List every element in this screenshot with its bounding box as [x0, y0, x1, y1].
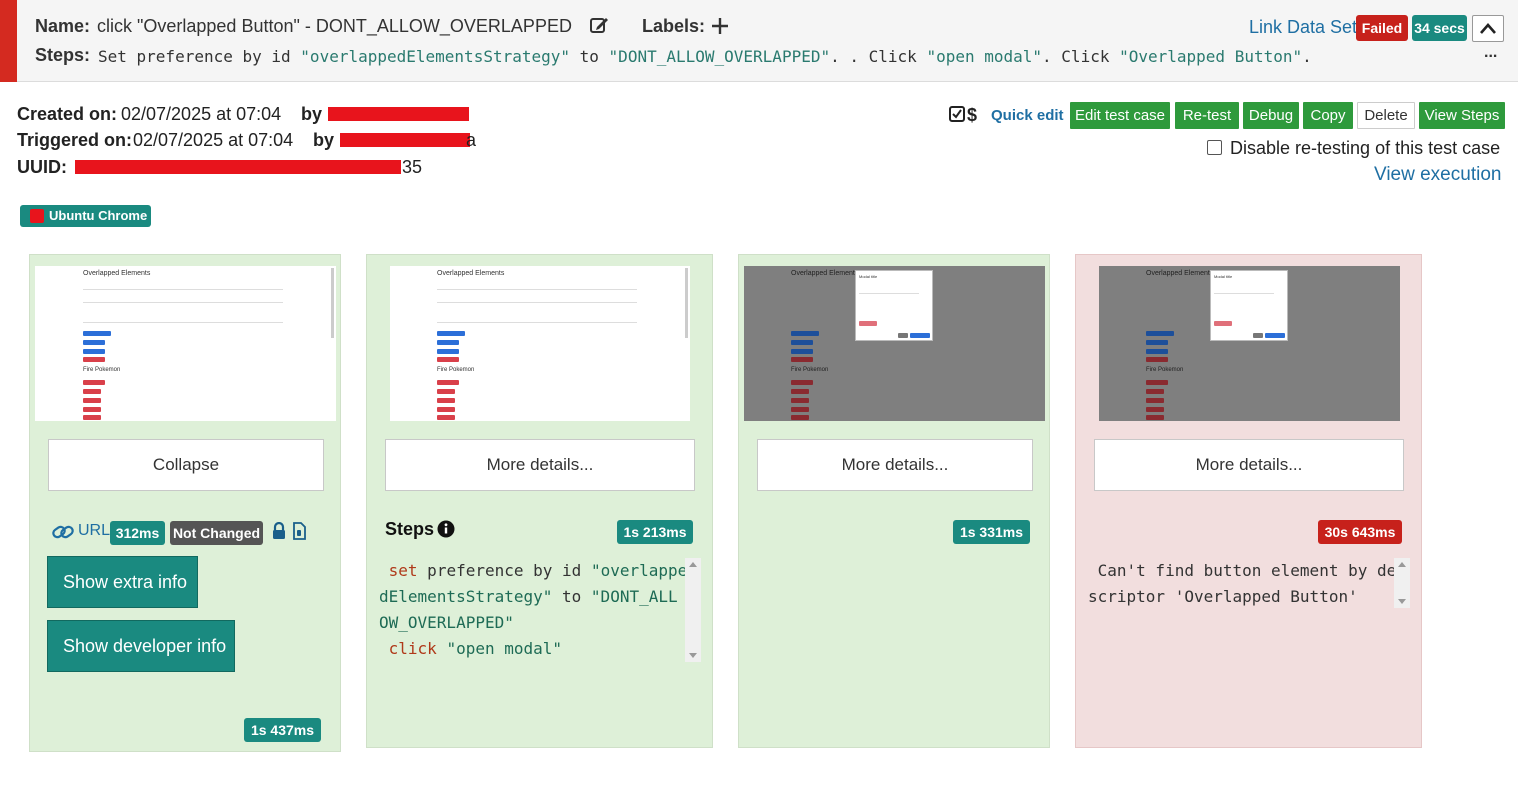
chevron-up-icon [1480, 21, 1496, 40]
step-card-3: Overlapped Elements Fire Pokemon Modal t… [738, 254, 1050, 748]
more-details-button[interactable]: More details... [757, 439, 1033, 491]
retest-button[interactable]: Re-test [1175, 102, 1239, 129]
svg-text:$: $ [967, 105, 977, 125]
more-details-button[interactable]: More details... [385, 439, 695, 491]
labels-label: Labels: [642, 16, 706, 36]
redacted-name [340, 133, 470, 147]
more-details-button[interactable]: More details... [1094, 439, 1404, 491]
collapse-header-button[interactable] [1472, 15, 1504, 42]
browser-badge-label: Ubuntu Chrome [49, 208, 148, 223]
browser-color-icon [30, 209, 44, 223]
link-data-set-link[interactable]: Link Data Set [1249, 17, 1357, 38]
created-value: 02/07/2025 at 07:04 [121, 104, 282, 124]
link-icon [52, 523, 74, 546]
test-header: Name: click "Overlapped Button" - DONT_A… [0, 0, 1518, 82]
steps-heading: Steps [385, 519, 435, 539]
uuid-tail: 35 [402, 157, 423, 177]
step-screenshot[interactable]: Overlapped Elements Fire Pokemon Modal t… [744, 266, 1045, 421]
view-execution-link[interactable]: View execution [1374, 164, 1501, 186]
info-icon[interactable] [437, 520, 455, 543]
url-time-badge: 312ms [110, 521, 165, 545]
uuid-label: UUID: [17, 157, 67, 177]
step-duration-badge: 1s 437ms [244, 718, 321, 742]
error-message-box: Can't find button element by de scriptor… [1088, 561, 1397, 606]
steps-summary: Set preference by id "overlappedElements… [98, 47, 1312, 66]
test-name: click "Overlapped Button" - DONT_ALLOW_O… [97, 16, 572, 36]
step-screenshot[interactable]: Overlapped Elements Fire Pokemon Modal t… [1099, 266, 1400, 421]
quick-edit-link[interactable]: Quick edit [991, 107, 1064, 124]
steps-code-box: set preference by id "overlappe dElement… [379, 561, 688, 658]
redacted-uuid [75, 160, 401, 174]
lock-icon[interactable] [271, 521, 287, 545]
checkbox-dollar-icon[interactable]: $ [948, 104, 982, 126]
step-card-4: Overlapped Elements Fire Pokemon Modal t… [1075, 254, 1422, 748]
url-link[interactable]: URL [78, 522, 110, 540]
collapse-button[interactable]: Collapse [48, 439, 324, 491]
edit-test-case-button[interactable]: Edit test case [1070, 102, 1170, 129]
name-label: Name: [35, 16, 91, 36]
add-label-icon[interactable] [710, 16, 730, 36]
step-duration-badge: 30s 643ms [1318, 520, 1402, 544]
browser-badge: Ubuntu Chrome [20, 205, 151, 227]
steps-label: Steps: [35, 45, 91, 65]
created-label: Created on: [17, 104, 118, 124]
disable-retest-checkbox[interactable] [1207, 140, 1222, 155]
duration-badge: 34 secs [1412, 15, 1467, 41]
step-screenshot[interactable]: Overlapped Elements Fire Pokemon [390, 266, 690, 421]
file-icon[interactable] [292, 522, 306, 545]
show-developer-info-button[interactable]: Show developer info [47, 620, 235, 672]
step-duration-badge: 1s 331ms [953, 520, 1030, 544]
edit-name-icon[interactable] [589, 15, 609, 35]
delete-button[interactable]: Delete [1357, 102, 1415, 129]
step-card-1: Overlapped Elements Fire Pokemon Collaps… [29, 254, 341, 752]
disable-retest-label: Disable re-testing of this test case [1230, 138, 1501, 158]
created-by-label: by [301, 104, 323, 124]
status-badge: Failed [1356, 15, 1408, 41]
step-screenshot[interactable]: Overlapped Elements Fire Pokemon [35, 266, 336, 421]
triggered-by-label: by [313, 130, 335, 150]
code-scrollbar[interactable] [685, 558, 701, 662]
triggered-by-tail: a [466, 130, 477, 150]
error-scrollbar[interactable] [1394, 558, 1410, 608]
step-card-2: Overlapped Elements Fire Pokemon More de… [366, 254, 713, 748]
view-steps-button[interactable]: View Steps [1419, 102, 1505, 129]
redacted-name [328, 107, 469, 121]
triggered-value: 02/07/2025 at 07:04 [133, 130, 294, 150]
show-extra-info-button[interactable]: Show extra info [47, 556, 198, 608]
change-status-badge: Not Changed [170, 521, 263, 545]
debug-button[interactable]: Debug [1243, 102, 1299, 129]
more-options-button[interactable]: ... [1484, 44, 1497, 62]
step-duration-badge: 1s 213ms [617, 520, 693, 544]
copy-button[interactable]: Copy [1303, 102, 1353, 129]
triggered-label: Triggered on: [17, 130, 133, 150]
status-color-bar [0, 0, 17, 82]
